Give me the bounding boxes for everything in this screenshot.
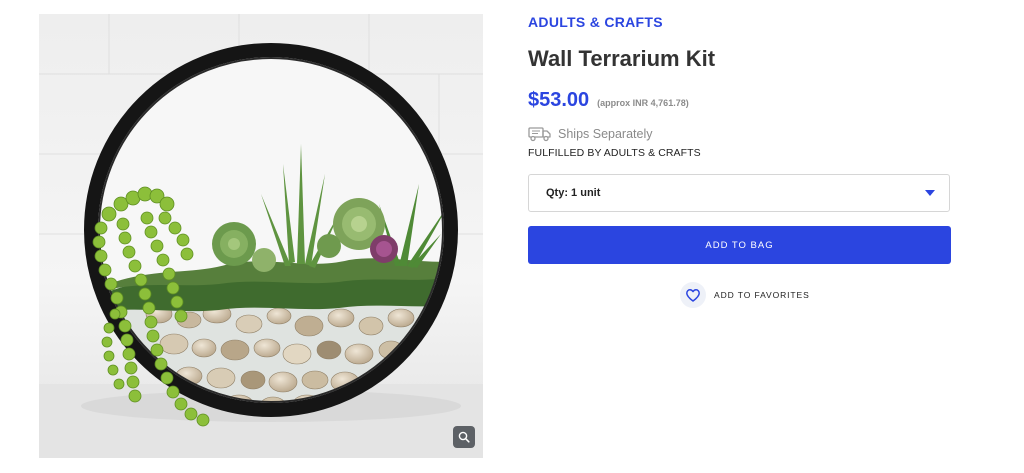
product-price: $53.00	[528, 89, 590, 111]
ships-separately-text: Ships Separately	[558, 127, 653, 141]
price-approx: (approx INR 4,761.78)	[597, 98, 689, 108]
product-image[interactable]	[39, 14, 483, 458]
magnifier-icon	[458, 431, 470, 443]
add-to-favorites-label: ADD TO FAVORITES	[714, 290, 810, 300]
add-to-favorites-button[interactable]: ADD TO FAVORITES	[680, 282, 810, 308]
heart-icon	[680, 282, 706, 308]
add-to-bag-button[interactable]: ADD TO BAG	[528, 226, 951, 264]
product-title: Wall Terrarium Kit	[528, 46, 716, 71]
product-page: ADULTS & CRAFTS Wall Terrarium Kit $53.0…	[0, 0, 1024, 473]
price-row: $53.00 (approx INR 4,761.78)	[528, 89, 689, 112]
truck-icon	[528, 127, 551, 142]
brand-link[interactable]: ADULTS & CRAFTS	[528, 14, 663, 30]
quantity-value: Qty: 1 unit	[546, 187, 601, 199]
fulfilled-by-text: FULFILLED BY ADULTS & CRAFTS	[528, 147, 701, 159]
terrarium-illustration	[39, 14, 483, 458]
chevron-down-icon	[925, 190, 935, 196]
zoom-button[interactable]	[453, 426, 475, 448]
shipping-info: Ships Separately	[528, 126, 653, 142]
quantity-select[interactable]: Qty: 1 unit	[528, 174, 950, 212]
